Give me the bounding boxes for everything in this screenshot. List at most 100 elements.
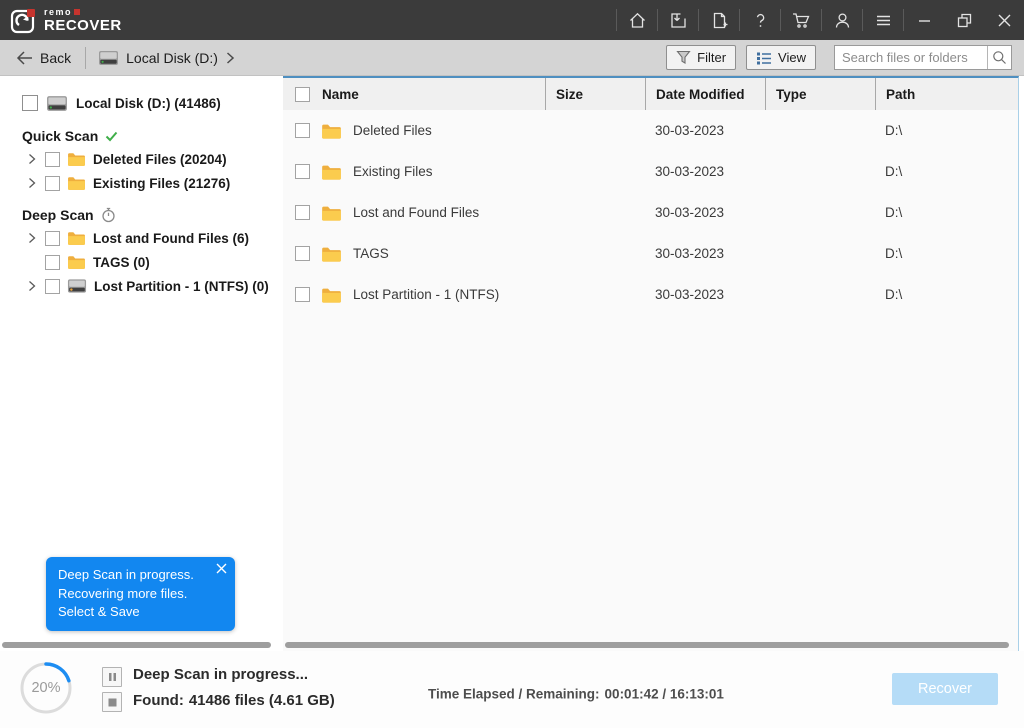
recover-button[interactable]: Recover [892, 673, 998, 705]
main-horizontal-scrollbar[interactable] [285, 642, 1009, 648]
view-button[interactable]: View [746, 45, 816, 70]
stopwatch-icon [101, 207, 115, 223]
tree-item-tags[interactable]: TAGS (0) [26, 250, 278, 274]
column-path[interactable]: Path [875, 78, 1018, 110]
row-type [765, 192, 875, 233]
app-logo: remo RECOVER [0, 7, 122, 34]
found-label: Found: [133, 691, 184, 709]
minimize-button[interactable] [904, 0, 944, 40]
row-date: 30-03-2023 [655, 164, 725, 179]
stop-scan-button[interactable] [102, 692, 122, 712]
quick-scan-header: Quick Scan [22, 125, 278, 147]
user-icon [835, 12, 849, 28]
expand-chevron-icon[interactable] [26, 153, 38, 165]
restore-window-icon [957, 13, 971, 27]
row-name: Deleted Files [353, 123, 432, 138]
row-size [545, 192, 645, 233]
row-date: 30-03-2023 [655, 123, 725, 138]
search-input[interactable] [835, 50, 987, 65]
view-label: View [778, 50, 806, 65]
item-checkbox[interactable] [45, 151, 60, 167]
chevron-right-icon [226, 51, 235, 64]
folder-icon [68, 177, 85, 190]
folder-icon [322, 247, 341, 262]
close-icon [998, 14, 1010, 26]
filter-button[interactable]: Filter [666, 45, 737, 70]
search-icon [993, 51, 1006, 64]
tree-root-local-disk[interactable]: Local Disk (D:) (41486) [22, 90, 278, 116]
item-checkbox[interactable] [45, 175, 60, 191]
help-button[interactable] [740, 0, 780, 40]
table-row[interactable]: Lost and Found Files 30-03-2023 D:\ [283, 192, 1018, 233]
column-size[interactable]: Size [545, 78, 645, 110]
breadcrumb: Local Disk (D:) [92, 50, 241, 66]
toast-line-3: Select & Save [58, 604, 140, 619]
tree-item-deleted-files[interactable]: Deleted Files (20204) [26, 147, 278, 171]
menu-button[interactable] [863, 0, 903, 40]
deep-scan-header: Deep Scan [22, 204, 278, 226]
new-scan-button[interactable] [699, 0, 739, 40]
time-elapsed-label: Time Elapsed / Remaining: [428, 686, 600, 702]
search-submit[interactable] [987, 46, 1011, 69]
item-checkbox[interactable] [45, 254, 60, 270]
tree-item-label: Lost and Found Files (6) [93, 230, 249, 246]
table-row[interactable]: TAGS 30-03-2023 D:\ [283, 233, 1018, 274]
folder-icon [68, 153, 85, 166]
folder-icon [68, 256, 85, 269]
tree-item-lost-and-found[interactable]: Lost and Found Files (6) [26, 226, 278, 250]
folder-icon [322, 124, 341, 139]
new-file-icon [713, 12, 727, 28]
tree-item-existing-files[interactable]: Existing Files (21276) [26, 171, 278, 195]
brand-red-square [74, 9, 81, 15]
navigation-toolbar: Back Local Disk (D:) Filter View [0, 40, 1024, 76]
toast-line-2: Recovering more files. [58, 585, 188, 601]
row-name: Lost Partition - 1 (NTFS) [353, 287, 500, 302]
title-bar: remo RECOVER [0, 0, 1024, 40]
buy-button[interactable] [781, 0, 821, 40]
folder-icon [322, 288, 341, 303]
toast-close-icon[interactable] [216, 563, 227, 574]
back-button[interactable]: Back [8, 44, 79, 72]
close-button[interactable] [984, 0, 1024, 40]
progress-ring: 20% [18, 660, 74, 716]
column-date-modified[interactable]: Date Modified [645, 78, 765, 110]
stop-icon [108, 698, 116, 706]
remo-recover-window: remo RECOVER Back Local Disk (D:) Filter… [0, 0, 1024, 728]
table-row[interactable]: Deleted Files 30-03-2023 D:\ [283, 110, 1018, 151]
table-row[interactable]: Existing Files 30-03-2023 D:\ [283, 151, 1018, 192]
home-icon [629, 12, 645, 28]
row-date: 30-03-2023 [655, 287, 725, 302]
restore-button[interactable] [944, 0, 984, 40]
row-checkbox[interactable] [295, 123, 310, 138]
row-size [545, 233, 645, 274]
breadcrumb-location[interactable]: Local Disk (D:) [126, 50, 218, 66]
select-all-checkbox[interactable] [295, 86, 310, 102]
list-view-icon [757, 52, 772, 64]
expand-chevron-icon[interactable] [26, 177, 38, 189]
tree-item-lost-partition[interactable]: Lost Partition - 1 (NTFS) (0) [26, 274, 278, 298]
item-checkbox[interactable] [45, 278, 60, 294]
scan-tree: Local Disk (D:) (41486) Quick Scan Delet… [0, 76, 278, 298]
row-checkbox[interactable] [295, 246, 310, 261]
column-name[interactable]: Name [322, 87, 359, 102]
drive-icon [99, 50, 119, 65]
table-row[interactable]: Lost Partition - 1 (NTFS) 30-03-2023 D:\ [283, 274, 1018, 315]
row-type [765, 233, 875, 274]
row-size [545, 274, 645, 315]
row-checkbox[interactable] [295, 205, 310, 220]
row-checkbox[interactable] [295, 287, 310, 302]
home-button[interactable] [617, 0, 657, 40]
item-checkbox[interactable] [45, 230, 60, 246]
expand-chevron-icon[interactable] [26, 232, 38, 244]
save-session-button[interactable] [658, 0, 698, 40]
column-type[interactable]: Type [765, 78, 875, 110]
root-checkbox[interactable] [22, 95, 38, 111]
expand-chevron-icon[interactable] [26, 280, 38, 292]
account-button[interactable] [822, 0, 862, 40]
back-label: Back [40, 49, 72, 66]
sidebar-horizontal-scrollbar[interactable] [2, 642, 271, 648]
back-arrow-icon [16, 50, 32, 65]
row-checkbox[interactable] [295, 164, 310, 179]
pause-scan-button[interactable] [102, 667, 122, 687]
status-bar: 20% Deep Scan in progress... Found: 4148… [0, 651, 1024, 728]
